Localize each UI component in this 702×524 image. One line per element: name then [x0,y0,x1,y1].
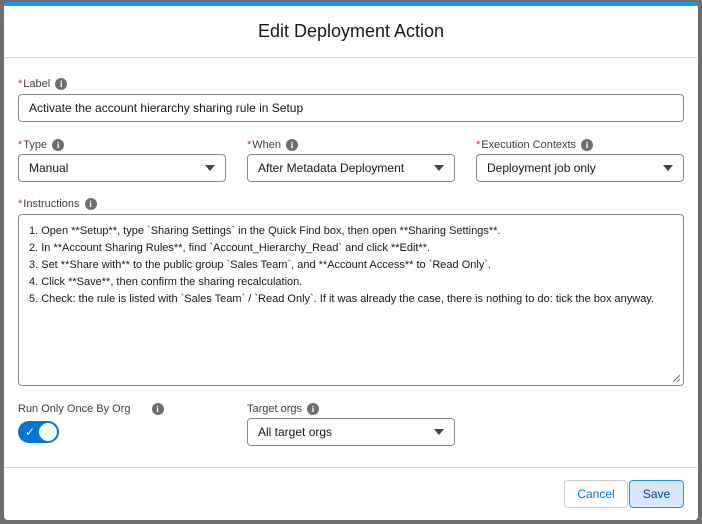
info-icon[interactable]: i [52,139,65,151]
type-select[interactable]: Manual [18,154,226,182]
instructions-textarea[interactable]: 1. Open **Setup**, type `Sharing Setting… [18,214,684,386]
type-caption: Type [23,139,48,151]
when-field-label: * When i [247,139,299,151]
execution-contexts-field-label: * Execution Contexts i [476,139,594,151]
label-input-value: Activate the account hierarchy sharing r… [29,101,304,115]
save-button[interactable]: Save [629,480,684,508]
info-icon[interactable]: i [55,78,68,90]
required-marker: * [247,139,252,151]
chevron-down-icon [205,165,215,171]
instructions-caption: Instructions [23,198,80,210]
info-icon[interactable]: i [307,403,320,415]
required-marker: * [476,139,481,151]
chevron-down-icon [434,429,444,435]
modal-title: Edit Deployment Action [257,21,445,41]
when-select-value: After Metadata Deployment [258,161,405,175]
execution-contexts-select-value: Deployment job only [487,161,596,175]
when-select[interactable]: After Metadata Deployment [247,154,455,182]
target-orgs-caption: Target orgs [247,403,303,415]
instructions-line: 5. Check: the rule is listed with `Sales… [29,293,655,305]
info-icon[interactable]: i [286,139,299,151]
type-select-value: Manual [29,161,69,175]
required-marker: * [18,139,23,151]
modal-header: Edit Deployment Action [4,6,698,58]
info-icon[interactable]: i [581,139,594,151]
target-orgs-select[interactable]: All target orgs [247,418,455,446]
run-only-once-field-label: Run Only Once By Org i [18,403,164,415]
required-marker: * [18,78,23,90]
run-only-once-toggle[interactable]: ✓ [18,421,59,443]
chevron-down-icon [663,165,673,171]
instructions-line: 2. In **Account Sharing Rules**, find `A… [29,242,431,254]
instructions-line: 3. Set **Share with** to the public grou… [29,259,492,271]
toggle-knob [39,423,57,441]
type-field-label: * Type i [18,139,65,151]
chevron-down-icon [434,165,444,171]
edit-deployment-action-modal: Edit Deployment Action * Label i Activat… [4,2,698,520]
execution-contexts-select[interactable]: Deployment job only [476,154,684,182]
required-marker: * [18,198,23,210]
instructions-field-label: * Instructions i [18,198,97,210]
target-orgs-select-value: All target orgs [258,425,333,439]
instructions-line: 4. Click **Save**, then confirm the shar… [29,276,303,288]
info-icon[interactable]: i [151,403,164,415]
when-caption: When [252,139,282,151]
cancel-button[interactable]: Cancel [564,480,628,508]
info-icon[interactable]: i [84,198,97,210]
label-caption: Label [23,78,51,90]
instructions-line: 1. Open **Setup**, type `Sharing Setting… [29,225,501,237]
resize-handle-icon[interactable] [671,373,681,383]
label-input[interactable]: Activate the account hierarchy sharing r… [18,94,684,122]
modal-body: * Label i Activate the account hierarchy… [4,58,698,468]
check-icon: ✓ [25,425,36,439]
label-field-label: * Label i [18,78,68,90]
modal-footer: Cancel Save [4,467,698,520]
target-orgs-field-label: Target orgs i [247,403,320,415]
run-only-once-caption: Run Only Once By Org [18,403,131,415]
execution-contexts-caption: Execution Contexts [481,139,577,151]
